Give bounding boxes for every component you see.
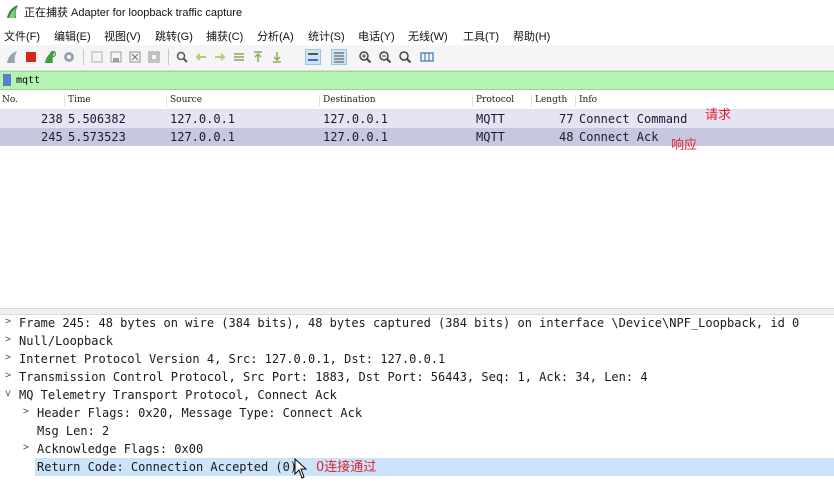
detail-text: Frame 245: 48 bytes on wire (384 bits), …: [19, 316, 800, 330]
packet-length: 48: [559, 130, 574, 144]
menu-capture[interactable]: 捕获(C): [206, 28, 243, 44]
column-source[interactable]: Source: [170, 95, 320, 107]
mouse-cursor-icon: [294, 458, 308, 479]
main-toolbar: [0, 45, 834, 71]
title-bar: 正在捕获 Adapter for loopback traffic captur…: [0, 0, 834, 24]
column-length[interactable]: Length: [535, 95, 576, 107]
packet-row-selected[interactable]: 245 5.573523 127.0.0.1 127.0.0.1 MQTT 48…: [0, 128, 834, 146]
display-filter-bar: [0, 71, 834, 90]
packet-no: 238: [41, 112, 63, 126]
collapse-arrow-icon[interactable]: v: [5, 388, 11, 399]
packet-protocol: MQTT: [476, 130, 505, 144]
forward-icon[interactable]: [213, 50, 227, 64]
toolbar-separator: [168, 49, 169, 65]
expand-arrow-icon[interactable]: >: [5, 370, 11, 381]
open-icon[interactable]: [90, 50, 104, 64]
menu-tools[interactable]: 工具(T): [463, 28, 499, 44]
packet-destination: 127.0.0.1: [323, 130, 389, 144]
first-icon[interactable]: [251, 50, 265, 64]
reload-icon[interactable]: [147, 50, 161, 64]
expand-arrow-icon[interactable]: >: [23, 442, 29, 453]
menu-edit[interactable]: 编辑(E): [54, 28, 91, 44]
packet-destination: 127.0.0.1: [323, 112, 389, 126]
expand-arrow-icon[interactable]: >: [5, 352, 11, 363]
column-info[interactable]: Info: [579, 95, 829, 107]
zoom-normal-icon[interactable]: [398, 50, 412, 64]
options-icon[interactable]: [62, 50, 76, 64]
packet-info: Connect Ack: [579, 130, 659, 144]
menu-file[interactable]: 文件(F): [4, 28, 40, 44]
detail-text: Msg Len: 2: [37, 424, 110, 438]
packet-no: 245: [41, 130, 63, 144]
find-icon[interactable]: [175, 50, 189, 64]
expand-arrow-icon[interactable]: >: [5, 316, 11, 327]
detail-return-code[interactable]: Return Code: Connection Accepted (0): [35, 458, 834, 476]
annotation-request: 请求: [705, 108, 732, 123]
packet-time: 5.506382: [68, 112, 126, 126]
column-protocol[interactable]: Protocol: [476, 95, 532, 107]
packet-length: 77: [559, 112, 574, 126]
detail-tcp[interactable]: > Transmission Control Protocol, Src Por…: [0, 368, 834, 386]
detail-mqtt[interactable]: v MQ Telemetry Transport Protocol, Conne…: [0, 386, 834, 404]
detail-text: Null/Loopback: [19, 334, 113, 348]
detail-text: Internet Protocol Version 4, Src: 127.0.…: [19, 352, 446, 366]
back-icon[interactable]: [194, 50, 208, 64]
menu-view[interactable]: 视图(V): [104, 28, 141, 44]
detail-text: Transmission Control Protocol, Src Port:…: [19, 370, 648, 384]
packet-source: 127.0.0.1: [170, 112, 236, 126]
bookmark-icon[interactable]: [3, 74, 11, 86]
menu-go[interactable]: 跳转(G): [155, 28, 193, 44]
wireshark-logo-icon: [7, 5, 18, 18]
toolbar-separator: [83, 49, 84, 65]
packet-time: 5.573523: [68, 130, 126, 144]
detail-header-flags[interactable]: > Header Flags: 0x20, Message Type: Conn…: [0, 404, 834, 422]
packet-info: Connect Command: [579, 112, 688, 126]
detail-frame[interactable]: > Frame 245: 48 bytes on wire (384 bits)…: [0, 314, 834, 332]
column-destination[interactable]: Destination: [323, 95, 473, 107]
packet-source: 127.0.0.1: [170, 130, 236, 144]
close-file-icon[interactable]: [128, 50, 142, 64]
zoom-in-icon[interactable]: [358, 50, 372, 64]
stop-icon[interactable]: [24, 50, 38, 64]
detail-null-loopback[interactable]: > Null/Loopback: [0, 332, 834, 350]
detail-text: Return Code: Connection Accepted (0): [37, 460, 298, 474]
detail-ipv4[interactable]: > Internet Protocol Version 4, Src: 127.…: [0, 350, 834, 368]
display-filter-input[interactable]: [16, 73, 826, 87]
detail-msg-len[interactable]: Msg Len: 2: [0, 422, 834, 440]
restart-icon[interactable]: [43, 50, 57, 64]
annotation-accepted: 0连接通过: [316, 460, 377, 475]
zoom-out-icon[interactable]: [378, 50, 392, 64]
column-time[interactable]: Time: [68, 95, 167, 107]
column-no[interactable]: No.: [2, 95, 65, 107]
menu-analyze[interactable]: 分析(A): [257, 28, 294, 44]
menu-wireless[interactable]: 无线(W): [408, 28, 448, 44]
detail-ack-flags[interactable]: > Acknowledge Flags: 0x00: [0, 440, 834, 458]
menu-statistics[interactable]: 统计(S): [308, 28, 345, 44]
detail-text: Acknowledge Flags: 0x00: [37, 442, 204, 456]
shark-fin-start-icon[interactable]: [5, 50, 19, 64]
detail-text: Header Flags: 0x20, Message Type: Connec…: [37, 406, 363, 420]
packet-protocol: MQTT: [476, 112, 505, 126]
save-icon[interactable]: [109, 50, 123, 64]
resize-columns-icon[interactable]: [420, 50, 434, 64]
menu-telephony[interactable]: 电话(Y): [358, 28, 395, 44]
menu-help[interactable]: 帮助(H): [513, 28, 550, 44]
menu-bar: 文件(F) 编辑(E) 视图(V) 跳转(G) 捕获(C) 分析(A) 统计(S…: [0, 24, 834, 45]
autoscroll-icon[interactable]: [305, 49, 321, 65]
expand-arrow-icon[interactable]: >: [5, 334, 11, 345]
expand-arrow-icon[interactable]: >: [23, 406, 29, 417]
last-icon[interactable]: [270, 50, 284, 64]
colorize-icon[interactable]: [331, 49, 347, 65]
goto-icon[interactable]: [232, 50, 246, 64]
annotation-response: 响应: [671, 138, 698, 153]
detail-text: MQ Telemetry Transport Protocol, Connect…: [19, 388, 337, 402]
window-title: 正在捕获 Adapter for loopback traffic captur…: [24, 7, 243, 19]
